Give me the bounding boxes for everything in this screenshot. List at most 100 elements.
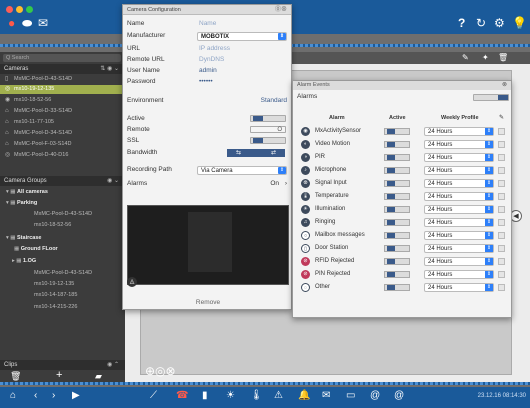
group-item[interactable]: mx10-14-187-185 [0,291,125,300]
schedule-grid-icon[interactable] [498,284,505,291]
schedule-grid-icon[interactable] [498,219,505,226]
manufacturer-select[interactable]: MOBOTIX ⇕ [197,32,287,41]
schedule-grid-icon[interactable] [498,232,505,239]
group-item[interactable]: ▾ ▦ Parking [0,199,125,208]
environment-value[interactable]: Standard [261,96,287,106]
camera-list-item[interactable]: ⌂ MxMC-Pool-F-03-S14D [0,140,125,149]
remote-url-field[interactable]: DynDNS [199,55,224,65]
alarm-icon[interactable]: ⚠ [274,390,283,401]
camera-list-item[interactable]: ⌂ MxMC-Pool-D-34-S14D [0,129,125,138]
cameras-filter-icon[interactable]: ⇅ ◉ ⌄ [100,64,119,74]
alarm-active-toggle[interactable] [384,154,410,161]
folder-icon[interactable]: ▰ [95,371,102,382]
weekly-profile-select[interactable]: 24 Hours ⇕ [424,231,494,240]
alarm-active-toggle[interactable] [384,245,410,252]
at-icon-2[interactable]: @ [394,390,404,401]
alarm-active-toggle[interactable] [384,219,410,226]
alarms-row[interactable]: Alarms On › [123,179,293,189]
bandwidth-segmented[interactable]: ⇆ ⇄ [227,149,285,157]
alarm-active-toggle[interactable] [384,193,410,200]
user-field[interactable]: admin [199,66,217,76]
help-button[interactable]: ? [458,16,465,30]
alarm-active-toggle[interactable] [384,180,410,187]
weekly-profile-select[interactable]: 24 Hours ⇕ [424,283,494,292]
group-item[interactable]: ▾ ▦ All cameras [0,188,125,197]
camera-list-item[interactable]: ⌂ MxMC-Pool-D-33-S14D [0,107,125,116]
remote-toggle[interactable]: O [250,126,286,133]
alarm-active-toggle[interactable] [384,284,410,291]
trash-icon[interactable]: 🗑 [498,53,508,62]
play-icon[interactable]: ▶ [72,390,80,401]
alarm-active-toggle[interactable] [384,258,410,265]
light-icon[interactable]: ☀ [226,390,235,401]
back-icon[interactable]: ‹ [34,390,37,401]
thermometer-icon[interactable]: 🌡 [250,390,263,401]
alarm-active-toggle[interactable] [384,271,410,278]
alarm-active-toggle[interactable] [384,128,410,135]
password-field[interactable]: •••••• [199,77,213,87]
bell-toolbar-icon[interactable]: 🔔 [298,390,310,401]
pin-icon[interactable]: ✦ [482,53,489,62]
forward-icon[interactable]: › [52,390,55,401]
refresh-icon[interactable]: ↻ [476,16,486,30]
group-item[interactable]: ▾ ▦ Staircase [0,234,125,243]
camera-list-item[interactable]: ⌂ mx10-11-77-105 [0,118,125,127]
help-close-icon[interactable]: ⓪⊗ [275,5,287,15]
schedule-grid-icon[interactable] [498,258,505,265]
alarm-active-toggle[interactable] [384,141,410,148]
schedule-grid-icon[interactable] [498,206,505,213]
edit-icon[interactable]: ✎ [462,53,469,62]
schedule-grid-icon[interactable] [498,141,505,148]
remove-button[interactable]: Remove [123,299,293,306]
groups-filter-icon[interactable]: ◉ ⌄ [107,176,119,186]
window-minimize-button[interactable] [16,6,23,13]
search-input[interactable]: Q Search [3,54,121,62]
clips-trash-icon[interactable]: 🗑 [10,371,21,382]
record-icon[interactable]: ● [8,16,15,30]
weekly-profile-select[interactable]: 24 Hours ⇕ [424,140,494,149]
window-close-button[interactable] [6,6,13,13]
schedule-grid-icon[interactable] [498,271,505,278]
ssl-toggle[interactable] [250,137,286,144]
alarm-active-toggle[interactable] [384,167,410,174]
window-zoom-button[interactable] [26,6,33,13]
recording-path-select[interactable]: Via Camera ⇕ [197,166,287,175]
group-item[interactable]: ▦ Ground FLoor [0,245,125,254]
group-item[interactable]: mx10-18-52-56 [0,221,125,230]
clips-filter-icon[interactable]: ◉ ⌃ [107,360,119,370]
weekly-profile-select[interactable]: 24 Hours ⇕ [424,127,494,136]
schedule-grid-icon[interactable] [498,245,505,252]
schedule-grid-icon[interactable] [498,167,505,174]
camera-list-item[interactable]: ◎ MxMC-Pool-D-40-D16 [0,151,125,160]
weekly-profile-select[interactable]: 24 Hours ⇕ [424,257,494,266]
weekly-profile-select[interactable]: 24 Hours ⇕ [424,192,494,201]
view-mode-icons[interactable]: ⊕◎⊗ [145,364,176,378]
brush-icon[interactable]: ⟋ [150,390,157,401]
group-item[interactable]: mx10-14-215-226 [0,303,125,312]
edit-profile-icon[interactable]: ✎ [499,114,504,121]
hangup-icon[interactable]: ☎ [176,390,188,401]
weekly-profile-select[interactable]: 24 Hours ⇕ [424,179,494,188]
schedule-grid-icon[interactable] [498,180,505,187]
add-clip-button[interactable]: + [56,369,62,381]
bulb-icon[interactable]: 💡 [512,16,527,30]
chat-icon[interactable]: ⬬ [22,16,32,30]
group-item[interactable]: ▸ ▦ 1.OG [0,257,125,266]
bandwidth-high-icon[interactable]: ⇄ [271,148,276,158]
home-icon[interactable]: ⌂ [10,390,16,401]
weekly-profile-select[interactable]: 24 Hours ⇕ [424,244,494,253]
url-field[interactable]: IP address [199,44,230,54]
camera-list-item[interactable]: ▯ MxMC-Pool-D-43-S14D [0,75,125,84]
message-icon[interactable]: ✉ [322,390,330,401]
name-field[interactable]: Name [199,19,216,29]
active-toggle[interactable] [250,115,286,122]
weekly-profile-select[interactable]: 24 Hours ⇕ [424,218,494,227]
alarm-active-toggle[interactable] [384,206,410,213]
group-item[interactable]: mx10-19-12-135 [0,280,125,289]
close-icon[interactable]: ⊗ [502,81,507,90]
alarms-master-toggle[interactable] [473,94,509,101]
screen-icon[interactable]: ▭ [346,390,355,401]
weekly-profile-select[interactable]: 24 Hours ⇕ [424,270,494,279]
schedule-grid-icon[interactable] [498,128,505,135]
schedule-grid-icon[interactable] [498,154,505,161]
